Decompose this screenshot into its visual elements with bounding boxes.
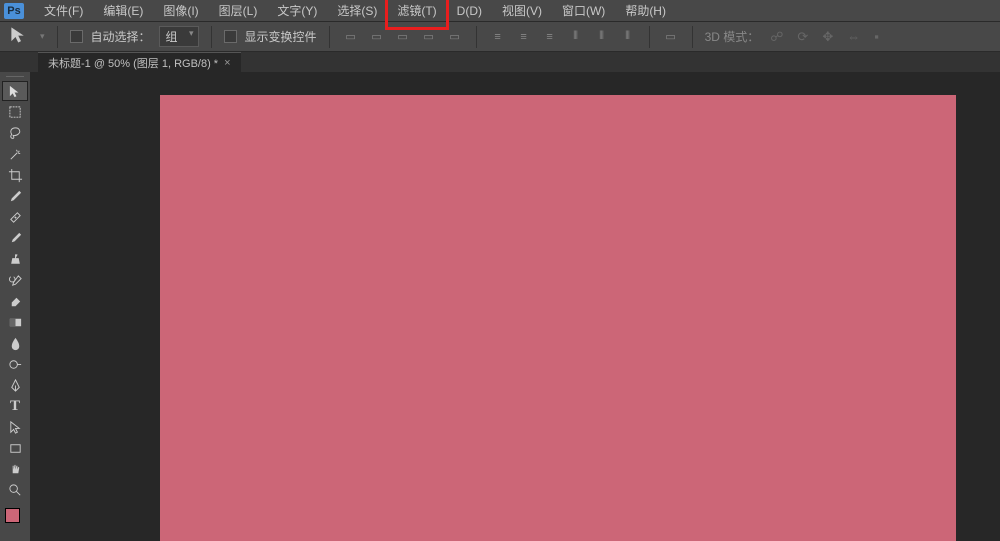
menu-type[interactable]: 文字(Y) (267, 0, 327, 22)
close-icon[interactable]: × (224, 57, 230, 69)
color-swatches (0, 506, 30, 530)
foreground-swatch[interactable] (5, 508, 20, 523)
history-brush-tool[interactable] (2, 270, 28, 290)
crop-tool[interactable] (2, 165, 28, 185)
divider (329, 26, 330, 48)
canvas-area (30, 72, 1000, 541)
document-tab[interactable]: 未标题-1 @ 50% (图层 1, RGB/8) * × (38, 52, 241, 73)
menu-3d[interactable]: D(D) (447, 1, 492, 21)
clone-stamp-tool[interactable] (2, 249, 28, 269)
rectangle-tool[interactable] (2, 438, 28, 458)
align-icon[interactable]: ▭ (446, 28, 464, 46)
zoom-tool[interactable] (2, 480, 28, 500)
distribute-icon[interactable]: ⦀ (593, 28, 611, 46)
align-icon[interactable]: ▭ (394, 28, 412, 46)
distribute-icon[interactable]: ≡ (515, 28, 533, 46)
align-icon[interactable]: ▭ (420, 28, 438, 46)
menu-filter-label: 滤镜(T) (397, 4, 436, 18)
eraser-tool[interactable] (2, 291, 28, 311)
menu-file[interactable]: 文件(F) (34, 0, 93, 22)
move-tool[interactable] (2, 81, 28, 101)
align-icon[interactable]: ▭ (342, 28, 360, 46)
gradient-tool[interactable] (2, 312, 28, 332)
options-bar: ▾ 自动选择： 组 显示变换控件 ▭ ▭ ▭ ▭ ▭ ≡ ≡ ≡ ⦀ ⦀ ⦀ ▭… (0, 22, 1000, 52)
hand-tool[interactable] (2, 459, 28, 479)
brush-tool[interactable] (2, 228, 28, 248)
auto-select-label: 自动选择： (91, 28, 151, 45)
mode-3d-label: 3D 模式： (705, 28, 760, 45)
pan-3d-icon[interactable]: ✥ (819, 29, 836, 45)
divider (649, 26, 650, 48)
menu-view[interactable]: 视图(V) (492, 0, 552, 22)
orbit-3d-icon[interactable]: ☍ (767, 29, 786, 45)
camera-3d-icon[interactable]: ▪ (871, 29, 882, 44)
dodge-tool[interactable] (2, 354, 28, 374)
divider (692, 26, 693, 48)
menu-select[interactable]: 选择(S) (327, 0, 387, 22)
menu-filter[interactable]: 滤镜(T) (387, 0, 446, 22)
checkbox-auto-select[interactable] (70, 30, 83, 43)
type-tool[interactable]: T (2, 396, 28, 416)
document-tabbar: 未标题-1 @ 50% (图层 1, RGB/8) * × (0, 52, 1000, 72)
divider (57, 26, 58, 48)
marquee-tool[interactable] (2, 102, 28, 122)
slide-3d-icon[interactable]: ⇔ (844, 29, 863, 44)
blur-tool[interactable] (2, 333, 28, 353)
app-logo[interactable]: Ps (4, 3, 24, 19)
divider (211, 26, 212, 48)
divider (476, 26, 477, 48)
panel-grabber[interactable] (0, 72, 30, 80)
menu-layer[interactable]: 图层(L) (209, 0, 268, 22)
pen-tool[interactable] (2, 375, 28, 395)
tools-panel: T (0, 72, 30, 541)
show-transform-label: 显示变换控件 (245, 28, 317, 45)
roll-3d-icon[interactable]: ⟳ (794, 29, 811, 45)
distribute-icon[interactable]: ≡ (489, 28, 507, 46)
menu-help[interactable]: 帮助(H) (615, 0, 676, 22)
distribute-icon[interactable]: ⦀ (619, 28, 637, 46)
lasso-tool[interactable] (2, 123, 28, 143)
healing-brush-tool[interactable] (2, 207, 28, 227)
align-icon[interactable]: ▭ (368, 28, 386, 46)
magic-wand-tool[interactable] (2, 144, 28, 164)
document-tab-title: 未标题-1 @ 50% (图层 1, RGB/8) * (48, 55, 218, 71)
path-selection-tool[interactable] (2, 417, 28, 437)
menu-image[interactable]: 图像(I) (153, 0, 208, 22)
menu-window[interactable]: 窗口(W) (552, 0, 615, 22)
document-canvas[interactable] (160, 95, 956, 541)
move-tool-icon (10, 28, 32, 46)
eyedropper-tool[interactable] (2, 186, 28, 206)
checkbox-show-transform[interactable] (224, 30, 237, 43)
auto-select-dropdown[interactable]: 组 (159, 26, 199, 47)
menubar: Ps 文件(F) 编辑(E) 图像(I) 图层(L) 文字(Y) 选择(S) 滤… (0, 0, 1000, 22)
distribute-icon[interactable]: ⦀ (567, 28, 585, 46)
distribute-icon[interactable]: ≡ (541, 28, 559, 46)
menu-edit[interactable]: 编辑(E) (93, 0, 153, 22)
arrange-icon[interactable]: ▭ (662, 28, 680, 46)
